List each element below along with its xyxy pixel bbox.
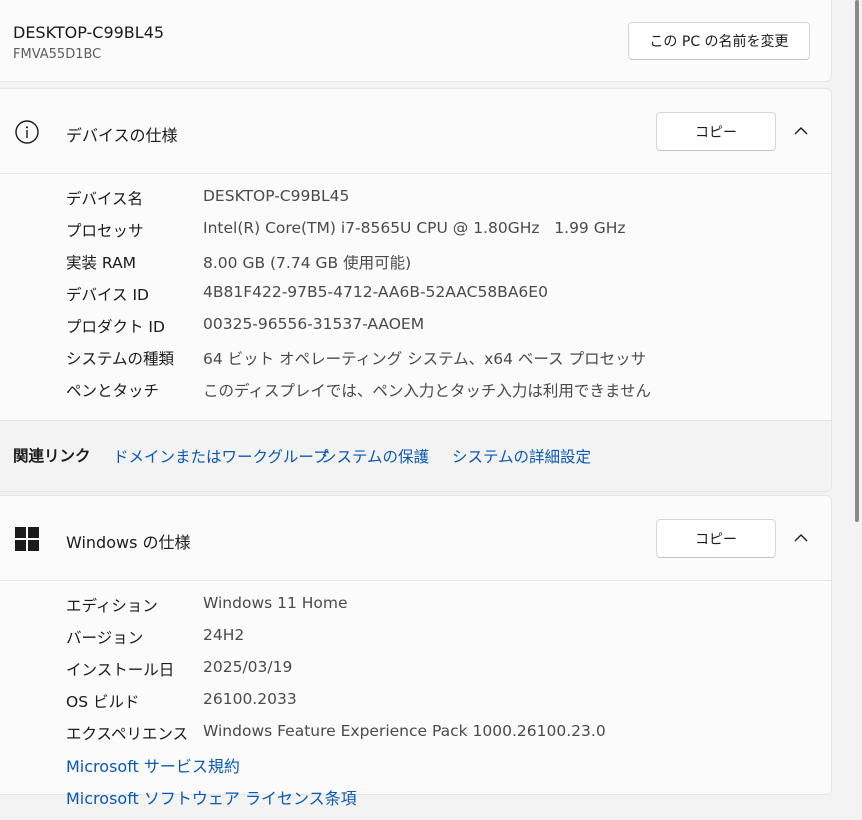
- spec-key: デバイス ID: [66, 286, 149, 304]
- advanced-system-settings-link[interactable]: システムの詳細設定: [452, 445, 591, 467]
- spec-key: デバイス名: [66, 190, 144, 208]
- windows-links: Microsoft サービス規約 Microsoft ソフトウェア ライセンス条…: [66, 756, 357, 820]
- spec-value: Windows 11 Home: [203, 594, 348, 612]
- device-spec-copy-button[interactable]: コピー: [656, 112, 776, 151]
- device-spec-list: デバイス名 DESKTOP-C99BL45 プロセッサ Intel(R) Cor…: [0, 183, 831, 407]
- windows-spec-section: Windows の仕様 コピー エディション Windows 11 Home バ…: [0, 495, 832, 808]
- windows-spec-copy-button[interactable]: コピー: [656, 519, 776, 558]
- spec-row-version: バージョン 24H2: [0, 622, 831, 654]
- spec-key: 実装 RAM: [66, 254, 137, 272]
- pc-model: FMVA55D1BC: [13, 47, 102, 62]
- rename-pc-button[interactable]: この PC の名前を変更: [628, 22, 810, 60]
- spec-value: このディスプレイでは、ペン入力とタッチ入力は利用できません: [203, 382, 651, 400]
- windows-logo-icon: [15, 527, 39, 551]
- spec-row-edition: エディション Windows 11 Home: [0, 590, 831, 622]
- spec-row-pen-touch: ペンとタッチ このディスプレイでは、ペン入力とタッチ入力は利用できません: [0, 375, 831, 407]
- related-links-label: 関連リンク: [13, 447, 91, 465]
- chevron-up-icon[interactable]: [789, 121, 813, 141]
- spec-value: DESKTOP-C99BL45: [203, 187, 350, 205]
- spec-key: プロセッサ: [66, 222, 144, 240]
- spec-value: 24H2: [203, 626, 245, 644]
- microsoft-software-license-link[interactable]: Microsoft ソフトウェア ライセンス条項: [66, 788, 357, 820]
- spec-row-install-date: インストール日 2025/03/19: [0, 654, 831, 686]
- spec-row-ram: 実装 RAM 8.00 GB (7.74 GB 使用可能): [0, 247, 831, 279]
- spec-value: 8.00 GB (7.74 GB 使用可能): [203, 254, 412, 272]
- info-icon: [15, 120, 39, 144]
- windows-spec-list: エディション Windows 11 Home バージョン 24H2 インストール…: [0, 590, 831, 750]
- spec-row-product-id: プロダクト ID 00325-96556-31537-AAOEM: [0, 311, 831, 343]
- pc-name-card: DESKTOP-C99BL45 FMVA55D1BC この PC の名前を変更: [0, 0, 832, 82]
- spec-key: エディション: [66, 597, 158, 615]
- system-protection-link[interactable]: システムの保護: [321, 445, 429, 467]
- device-spec-header[interactable]: デバイスの仕様 コピー: [0, 89, 831, 174]
- spec-value: 00325-96556-31537-AAOEM: [203, 315, 425, 333]
- spec-key: プロダクト ID: [66, 318, 165, 336]
- spec-key: ペンとタッチ: [66, 382, 160, 400]
- chevron-up-icon[interactable]: [789, 528, 813, 548]
- spec-row-device-name: デバイス名 DESKTOP-C99BL45: [0, 183, 831, 215]
- device-spec-title: デバイスの仕様: [66, 126, 178, 145]
- domain-workgroup-link[interactable]: ドメインまたはワークグループ: [113, 445, 328, 467]
- scrollbar[interactable]: [855, 0, 859, 522]
- microsoft-services-agreement-link[interactable]: Microsoft サービス規約: [66, 756, 357, 788]
- device-spec-section: デバイスの仕様 コピー デバイス名 DESKTOP-C99BL45 プロセッサ …: [0, 88, 832, 492]
- related-links-bar: 関連リンク ドメインまたはワークグループ システムの保護 システムの詳細設定: [0, 420, 831, 491]
- windows-spec-header[interactable]: Windows の仕様 コピー: [0, 496, 831, 581]
- spec-key: システムの種類: [66, 350, 175, 368]
- spec-value: Intel(R) Core(TM) i7-8565U CPU @ 1.80GHz…: [203, 219, 626, 237]
- spec-key: バージョン: [66, 629, 144, 647]
- spec-row-system-type: システムの種類 64 ビット オペレーティング システム、x64 ベース プロセ…: [0, 343, 831, 375]
- spec-value: Windows Feature Experience Pack 1000.261…: [203, 722, 606, 740]
- spec-value: 4B81F422-97B5-4712-AA6B-52AAC58BA6E0: [203, 283, 548, 301]
- spec-value: 26100.2033: [203, 690, 297, 708]
- spec-key: インストール日: [66, 661, 175, 679]
- spec-value: 64 ビット オペレーティング システム、x64 ベース プロセッサ: [203, 350, 647, 368]
- spec-row-device-id: デバイス ID 4B81F422-97B5-4712-AA6B-52AAC58B…: [0, 279, 831, 311]
- spec-row-processor: プロセッサ Intel(R) Core(TM) i7-8565U CPU @ 1…: [0, 215, 831, 247]
- spec-key: OS ビルド: [66, 693, 140, 711]
- spec-value: 2025/03/19: [203, 658, 293, 676]
- spec-row-os-build: OS ビルド 26100.2033: [0, 686, 831, 718]
- spec-key: エクスペリエンス: [66, 725, 189, 743]
- spec-row-experience: エクスペリエンス Windows Feature Experience Pack…: [0, 718, 831, 750]
- pc-name: DESKTOP-C99BL45: [13, 23, 165, 42]
- windows-spec-title: Windows の仕様: [66, 533, 191, 552]
